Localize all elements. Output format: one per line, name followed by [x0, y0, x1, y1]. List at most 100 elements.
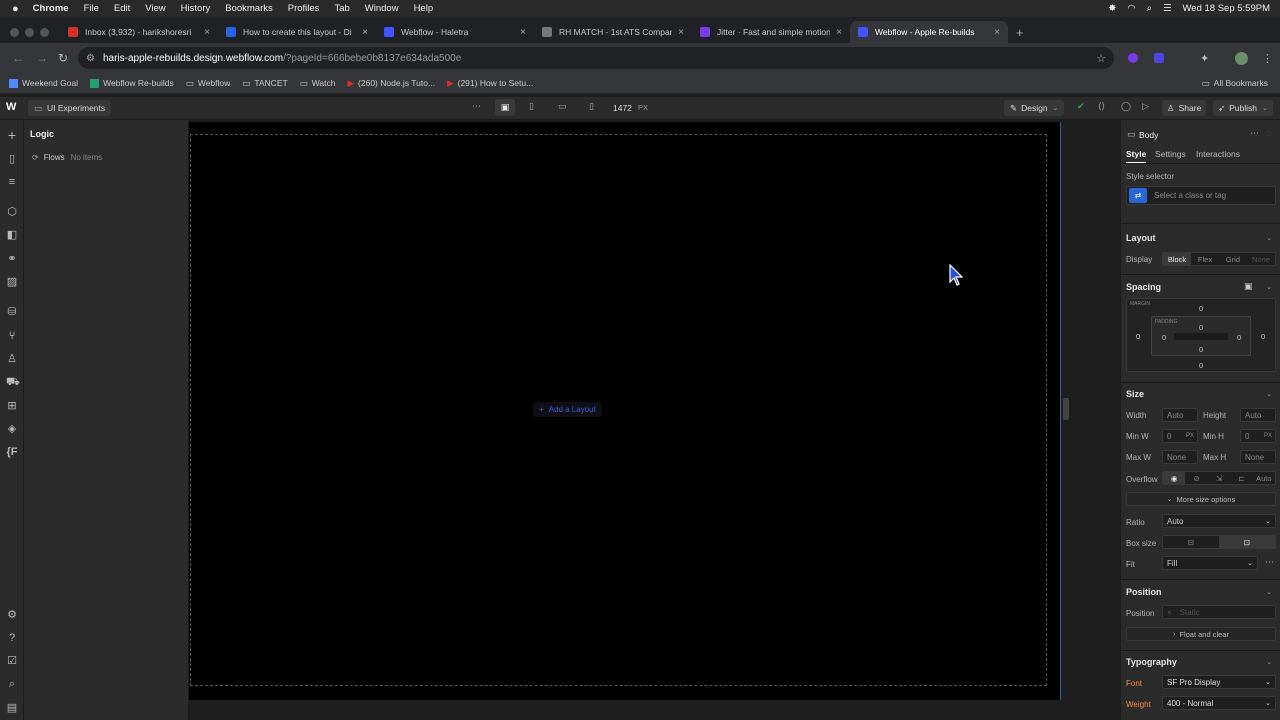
weight-select[interactable]: 400 - Normal ⌄ [1162, 696, 1276, 710]
chevron-down-icon[interactable]: ⌄ [1266, 283, 1272, 291]
menu-history[interactable]: History [181, 3, 211, 14]
min-width-input[interactable]: 0 PX [1162, 429, 1198, 443]
menu-view[interactable]: View [145, 3, 165, 14]
variables-icon[interactable]: ◧ [6, 229, 18, 241]
cms-icon[interactable]: ⛁ [6, 306, 18, 318]
code-icon[interactable]: ⟨⟩ [1098, 101, 1105, 112]
margin-left-value[interactable]: 0 [1136, 332, 1140, 341]
apple-icon[interactable]: ● [12, 3, 19, 15]
close-tab-icon[interactable]: × [678, 27, 684, 38]
address-bar[interactable]: ⚙ haris-apple-rebuilds.design.webflow.co… [78, 47, 1114, 69]
browser-tab[interactable]: Jitter · Fast and simple motion × [692, 21, 850, 43]
margin-right-value[interactable]: 0 [1261, 332, 1265, 341]
menu-clock[interactable]: Wed 18 Sep 5:59PM [1183, 3, 1271, 14]
max-height-input[interactable]: None [1240, 450, 1276, 464]
pages-icon[interactable]: ▯ [6, 153, 18, 165]
menu-tab[interactable]: Tab [334, 3, 349, 14]
extension-icon[interactable] [1128, 53, 1138, 63]
preview-play-icon[interactable]: ▷ [1142, 101, 1149, 112]
menu-profiles[interactable]: Profiles [288, 3, 320, 14]
status-search-icon[interactable]: ⌕ [1147, 3, 1152, 14]
add-elements-icon[interactable]: + [6, 128, 18, 142]
chevron-down-icon[interactable]: ⌄ [1266, 234, 1272, 242]
chevron-down-icon[interactable]: ⌄ [1266, 588, 1272, 596]
webflow-logo-icon[interactable]: W [6, 101, 16, 113]
code-braces-icon[interactable]: {F [6, 446, 18, 458]
new-tab-icon[interactable]: + [1016, 21, 1024, 43]
ratio-select[interactable]: Auto ⌄ [1162, 514, 1276, 528]
assets-icon[interactable]: ▨ [6, 276, 18, 288]
fit-select[interactable]: Fill ⌄ [1162, 556, 1258, 570]
element-more-icon[interactable]: ⋯ [1250, 128, 1259, 139]
panel-help-icon[interactable]: ◌ [1266, 128, 1271, 138]
flows-row[interactable]: ⟳ Flows No items [32, 153, 102, 162]
more-options-icon[interactable]: ⋯ [472, 101, 481, 112]
bookmark-item[interactable]: ▶ (260) Node.js Tuto... [348, 78, 436, 89]
status-wifi-icon[interactable]: ◠ [1127, 3, 1135, 14]
bookmark-item[interactable]: Weekend Goal [9, 78, 78, 88]
components-icon[interactable]: ⬡ [6, 206, 18, 218]
check-status-icon[interactable]: ✔ [1077, 101, 1085, 112]
browser-tab[interactable]: RH MATCH - 1st ATS Compan × [534, 21, 692, 43]
status-sun-icon[interactable]: ✸ [1108, 3, 1116, 14]
forward-icon[interactable]: → [36, 51, 48, 65]
box-content-icon[interactable]: ⊡ [1219, 536, 1275, 548]
bookmark-item[interactable]: ▭ Watch [300, 78, 336, 89]
close-window-button[interactable] [10, 27, 19, 37]
float-clear-button[interactable]: › Float and clear [1126, 627, 1276, 641]
overflow-scroll-icon[interactable]: ⇲ [1208, 472, 1230, 484]
help-icon[interactable]: ? [6, 632, 18, 644]
browser-tab[interactable]: Inbox (3,932) - harikshoresri × [60, 21, 218, 43]
padding-left-value[interactable]: 0 [1162, 333, 1166, 342]
width-input[interactable]: Auto [1162, 408, 1198, 422]
logic-icon[interactable]: ⑂ [6, 330, 18, 342]
breakpoint-desktop-large-icon[interactable]: ▣ [495, 99, 515, 116]
display-none-option[interactable]: None [1247, 253, 1275, 265]
section-layout[interactable]: Layout [1126, 233, 1156, 243]
browser-tab[interactable]: How to create this layout - Di × [218, 21, 376, 43]
overflow-clip-icon[interactable]: ⊏ [1230, 472, 1252, 484]
menu-window[interactable]: Window [365, 3, 399, 14]
search-icon[interactable]: ⌕ [6, 678, 18, 690]
site-info-icon[interactable]: ⚙ [86, 53, 95, 64]
chrome-menu-icon[interactable]: ⋮ [1262, 52, 1273, 65]
navigator-icon[interactable]: ≡ [6, 176, 18, 188]
display-block-option[interactable]: Block [1163, 253, 1191, 265]
padding-top-value[interactable]: 0 [1199, 323, 1203, 332]
breakpoint-tablet-icon[interactable]: ▯ [529, 101, 534, 112]
overflow-auto-option[interactable]: Auto [1253, 472, 1275, 484]
style-selector-input[interactable]: ⇄ Select a class or tag [1126, 186, 1276, 205]
close-tab-icon[interactable]: × [204, 27, 210, 38]
chevron-down-icon[interactable]: ⌄ [1266, 658, 1272, 666]
style-manager-icon[interactable]: ⚭ [6, 253, 18, 265]
close-tab-icon[interactable]: × [836, 27, 842, 38]
apps-icon[interactable]: ⊞ [6, 400, 18, 412]
chevron-down-icon[interactable]: ⌄ [1266, 390, 1272, 398]
section-position[interactable]: Position [1126, 587, 1162, 597]
add-layout-button[interactable]: + Add a Layout [533, 402, 602, 417]
canvas-width-value[interactable]: 1472 [613, 103, 632, 113]
overflow-visible-icon[interactable]: ◉ [1163, 472, 1186, 484]
menu-help[interactable]: Help [414, 3, 434, 14]
audit-icon[interactable]: ☑ [6, 655, 18, 667]
project-selector[interactable]: ▭ UI Experiments [28, 100, 112, 116]
position-select[interactable]: × Static [1162, 605, 1276, 619]
section-spacing[interactable]: Spacing [1126, 282, 1161, 292]
bookmark-item[interactable]: ▭ TANCET [242, 78, 287, 89]
extensions-puzzle-icon[interactable]: ✦ [1200, 52, 1209, 65]
height-input[interactable]: Auto [1240, 408, 1276, 422]
browser-tab[interactable]: Webflow - Haletra × [376, 21, 534, 43]
margin-top-value[interactable]: 0 [1199, 304, 1203, 313]
menu-bookmarks[interactable]: Bookmarks [225, 3, 273, 14]
box-border-icon[interactable]: ⊟ [1163, 536, 1219, 548]
box-icon[interactable]: ◈ [6, 423, 18, 435]
max-width-input[interactable]: None [1162, 450, 1198, 464]
menu-edit[interactable]: Edit [114, 3, 130, 14]
publish-button[interactable]: ➶ Publish ⌄ [1213, 100, 1273, 116]
fit-more-icon[interactable]: ⋯ [1265, 557, 1274, 568]
section-size[interactable]: Size [1126, 389, 1144, 399]
close-tab-icon[interactable]: × [994, 27, 1000, 38]
breakpoint-landscape-icon[interactable]: ▭ [558, 101, 567, 112]
canvas-resize-handle[interactable] [1063, 398, 1069, 420]
spacing-preset-icon[interactable]: ▣ [1244, 281, 1253, 292]
